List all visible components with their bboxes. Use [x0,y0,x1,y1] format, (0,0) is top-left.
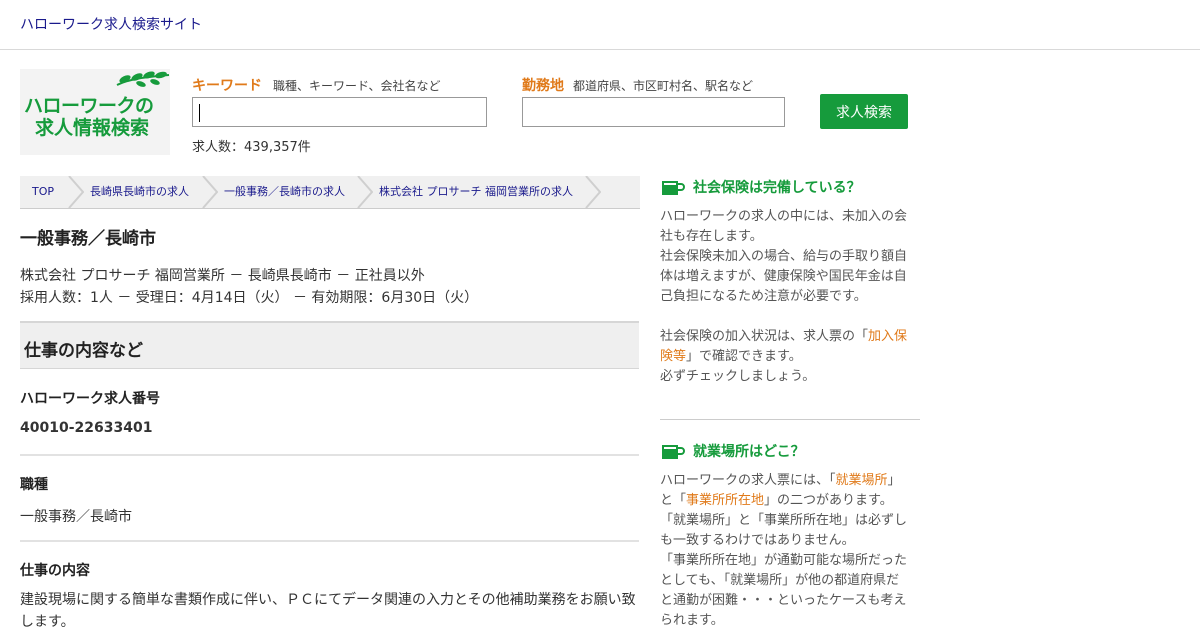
job-number-value: 40010-22633401 [20,420,153,436]
workplace-heading: 就業場所はどこ？ [661,441,805,461]
breadcrumb-occupation[interactable]: 一般事務／長崎市の求人 [224,176,345,208]
workplace-p1-post: 」の二つがあります。 [764,493,893,508]
site-title-link[interactable]: ハローワーク求人検索サイト [20,14,202,34]
workplace-p1-pre: ハローワークの求人票には、「 [660,473,836,488]
job-meta-company: 株式会社 プロサーチ 福岡営業所 － 長崎県長崎市 － 正社員以外 [20,268,425,284]
job-count: 求人数：439,357件 [192,140,311,155]
divider [20,540,639,542]
site-logo[interactable]: ハローワークの 求人情報検索 [20,69,170,155]
job-title: 一般事務／長崎市 [20,229,156,249]
location-label: 勤務地 [522,78,564,94]
location-input[interactable] [522,97,785,127]
divider [20,454,639,456]
workplace-paragraph-1: ハローワークの求人票には、「就業場所」と「事業所所在地」の二つがあります。 [660,471,912,511]
insurance-heading: 社会保険は完備している？ [661,177,861,197]
chevron-right-icon [585,176,601,208]
insurance-paragraph-4: 必ずチェックしましょう。 [660,369,816,384]
insurance-title: 社会保険は完備している？ [693,180,861,196]
logo-line-2: 求人情報検索 [35,117,150,139]
insurance-paragraph-3: 社会保険の加入状況は、求人票の「加入保険等」で確認できます。 [660,327,912,367]
chevron-right-icon [202,176,218,208]
workplace-title: 就業場所はどこ？ [693,444,805,460]
insurance-paragraph-1: ハローワークの求人の中には、未加入の会社も存在します。 [660,209,908,244]
sidebar-divider [660,419,920,420]
job-content-label: 仕事の内容 [20,563,90,579]
occupation-value: 一般事務／長崎市 [20,509,132,525]
insurance-text: ハローワークの求人の中には、未加入の会社も存在します。 社会保険未加入の場合、給… [660,207,912,387]
section-title: 仕事の内容など [24,341,143,361]
job-content-value: 建設現場に関する簡単な書類作成に伴い、ＰＣにてデータ関連の入力とその他補助業務を… [20,592,636,630]
job-meta-dates: 採用人数：1人 － 受理日：4月14日（火） － 有効期限：6月30日（火） [20,290,479,306]
section-heading: 仕事の内容など [20,321,639,369]
breadcrumb: TOP 長崎県長崎市の求人 一般事務／長崎市の求人 株式会社 プロサーチ 福岡営… [20,176,640,209]
keyword-hint: 職種、キーワード、会社名など [273,79,441,93]
cup-icon [662,181,685,195]
workplace-paragraph-2: 「就業場所」と「事業所所在地」は必ずしも一致するわけではありません。 [660,513,908,548]
workplace-paragraph-3: 「事業所所在地」が通勤可能な場所だったとしても、「就業場所」が他の都道府県だと通… [660,553,908,628]
breadcrumb-top[interactable]: TOP [32,176,54,208]
insurance-p3-post: 」で確認できます。 [686,349,802,364]
site-header: ハローワーク求人検索サイト [0,0,1200,50]
chevron-right-icon [357,176,373,208]
breadcrumb-prefecture[interactable]: 長崎県長崎市の求人 [90,176,189,208]
workplace-link-1[interactable]: 就業場所 [836,473,888,488]
leaf-icon [116,71,170,87]
insurance-p3-pre: 社会保険の加入状況は、求人票の「 [660,329,869,344]
chevron-right-icon [68,176,84,208]
workplace-link-2[interactable]: 事業所所在地 [686,493,764,508]
location-hint: 都道府県、市区町村名、駅名など [573,79,754,93]
text-caret [199,104,200,122]
breadcrumb-company[interactable]: 株式会社 プロサーチ 福岡営業所の求人 [379,176,573,208]
cup-icon [662,445,685,459]
keyword-label: キーワード [192,78,262,94]
occupation-label: 職種 [20,477,48,493]
workplace-text: ハローワークの求人票には、「就業場所」と「事業所所在地」の二つがあります。 「就… [660,471,912,631]
job-number-label: ハローワーク求人番号 [20,391,160,407]
keyword-input[interactable] [192,97,487,127]
insurance-paragraph-2: 社会保険未加入の場合、給与の手取り額自体は増えますが、健康保険や国民年金は自己負… [660,249,908,304]
search-button[interactable]: 求人検索 [820,94,908,129]
